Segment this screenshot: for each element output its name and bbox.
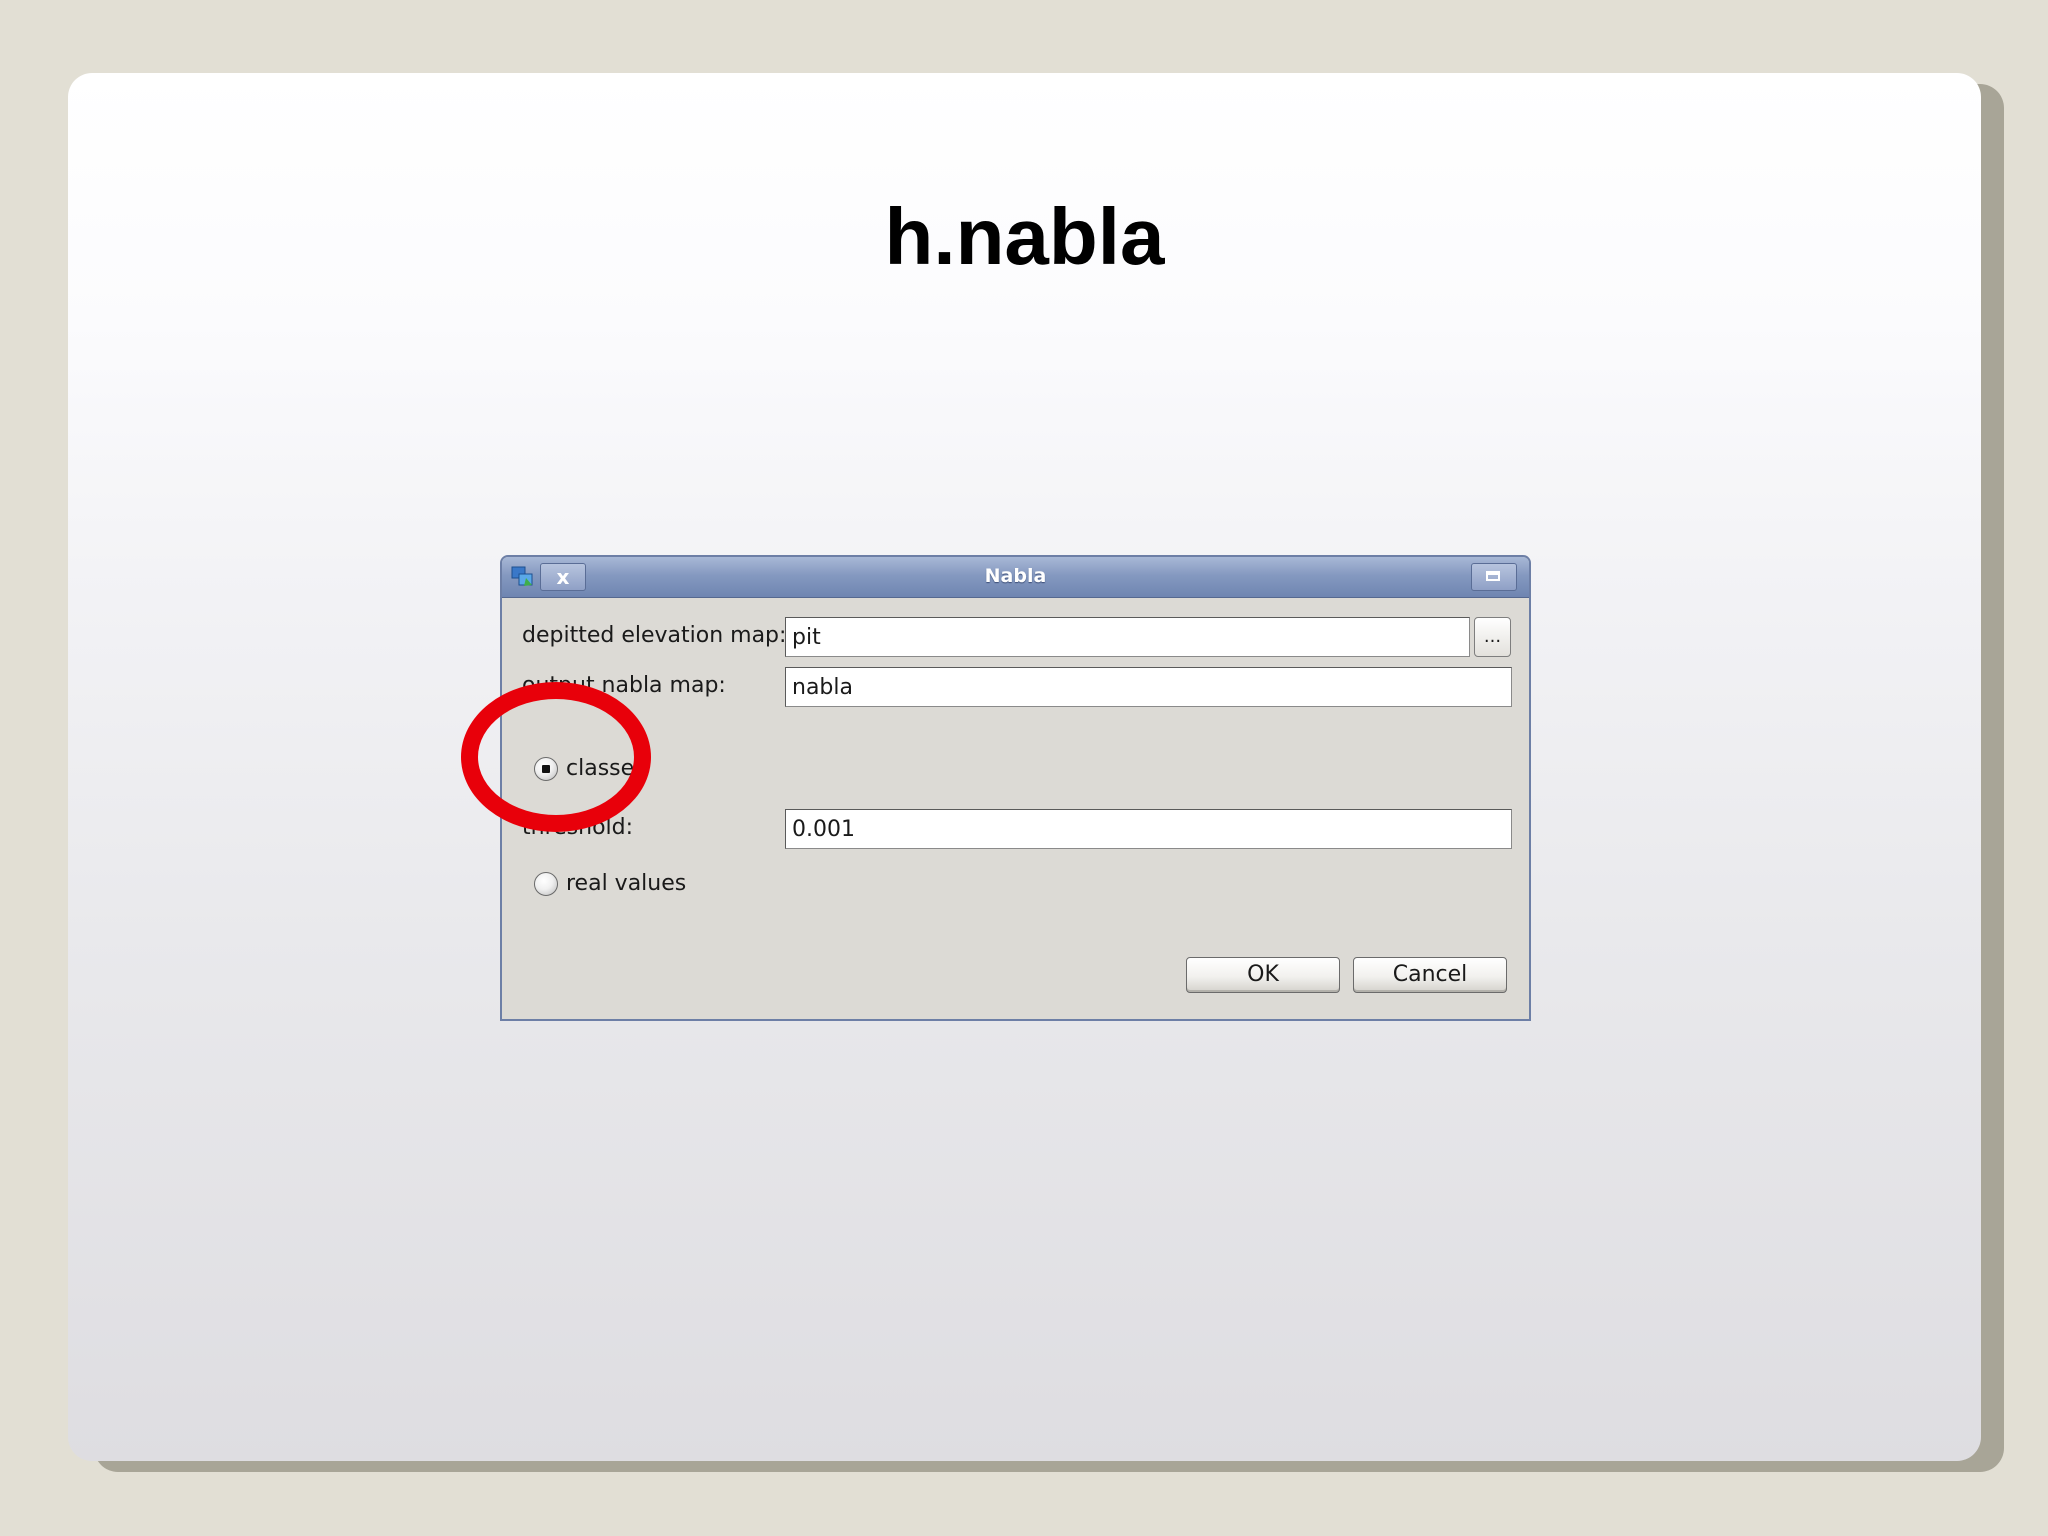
elevation-map-label: depitted elevation map: bbox=[522, 623, 787, 648]
slide-title: h.nabla bbox=[884, 192, 1165, 281]
browse-button[interactable]: ... bbox=[1474, 617, 1511, 657]
nabla-dialog: x Nabla depitted elevation map: ... outp… bbox=[500, 555, 1531, 1021]
dialog-titlebar[interactable]: x Nabla bbox=[502, 557, 1529, 598]
threshold-input[interactable] bbox=[785, 809, 1512, 849]
maximize-button[interactable] bbox=[1471, 563, 1517, 591]
maximize-icon bbox=[1486, 571, 1500, 581]
elevation-map-input[interactable] bbox=[785, 617, 1470, 657]
window-title: Nabla bbox=[984, 565, 1047, 587]
real-values-radio[interactable] bbox=[534, 872, 558, 896]
highlight-circle-annotation bbox=[461, 682, 651, 832]
cancel-button[interactable]: Cancel bbox=[1353, 957, 1507, 993]
output-map-input[interactable] bbox=[785, 667, 1512, 707]
ok-button[interactable]: OK bbox=[1186, 957, 1340, 993]
real-values-label[interactable]: real values bbox=[566, 871, 686, 896]
